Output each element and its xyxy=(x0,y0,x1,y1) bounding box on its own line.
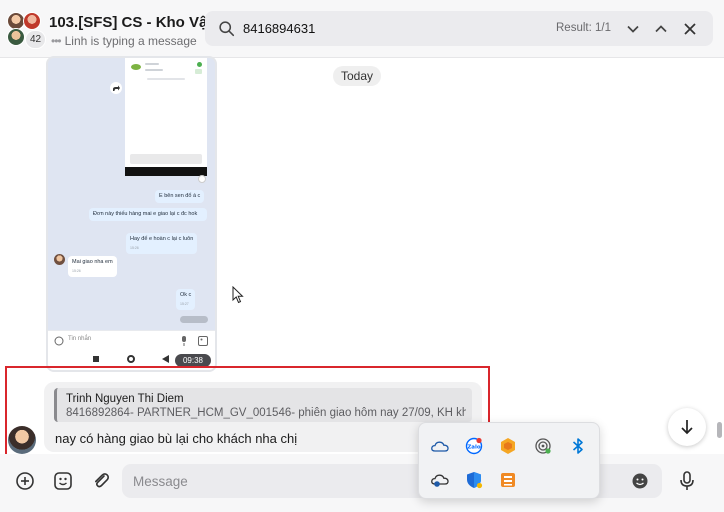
reaction-icon xyxy=(198,175,206,183)
date-separator: Today xyxy=(333,66,382,86)
message-list[interactable]: Today E bên sen đổ á c Đơn này thiếu hàn… xyxy=(0,56,724,467)
mini-bubble: E bên sen đổ á c xyxy=(155,190,205,203)
mic-icon xyxy=(182,336,186,346)
system-tray-overflow: Zalo xyxy=(418,422,600,499)
search-icon xyxy=(219,21,235,37)
paperclip-icon xyxy=(95,473,110,488)
embedded-navbar xyxy=(125,167,207,176)
add-button[interactable] xyxy=(12,468,38,494)
image-icon xyxy=(198,336,208,346)
image-message[interactable]: E bên sen đổ á c Đơn này thiếu hàng mai … xyxy=(46,56,217,372)
message-bubble[interactable]: Trinh Nguyen Thi Diem 8416892864- PARTNE… xyxy=(44,382,482,452)
mouse-cursor-icon xyxy=(232,286,244,304)
fingerprint-icon[interactable] xyxy=(530,433,556,459)
share-icon xyxy=(110,82,122,94)
sticker-icon xyxy=(54,472,72,490)
chevron-down-icon xyxy=(627,25,639,33)
voice-button[interactable] xyxy=(674,468,700,494)
mini-bubble: Mai giao nha em 15:26 xyxy=(68,256,117,277)
emoji-button[interactable] xyxy=(627,468,653,494)
chat-title[interactable]: 103.[SFS] CS - Kho Vận xyxy=(49,14,217,31)
search-result-count: Result: 1/1 xyxy=(556,22,611,34)
app-orange-icon[interactable] xyxy=(495,433,521,459)
embedded-compose-placeholder: Tin nhắn xyxy=(68,336,92,342)
plus-circle-icon xyxy=(16,472,34,490)
typing-dots-icon: ••• xyxy=(51,34,62,48)
attach-button[interactable] xyxy=(88,468,114,494)
onedrive-icon[interactable] xyxy=(427,433,453,459)
arrow-down-icon xyxy=(681,420,693,435)
emoji-icon xyxy=(632,473,648,489)
previous-result-button[interactable] xyxy=(651,19,671,39)
chat-header: 42 103.[SFS] CS - Kho Vận ••• Linh is typ… xyxy=(0,0,724,58)
bluetooth-icon[interactable] xyxy=(565,433,591,459)
embedded-composer: Tin nhắn xyxy=(48,330,215,350)
member-count-badge: 42 xyxy=(25,30,46,49)
microphone-icon xyxy=(680,471,694,490)
cloud-sync-icon[interactable] xyxy=(427,467,453,493)
quote-author: Trinh Nguyen Thi Diem xyxy=(66,393,184,405)
typing-text: Linh is typing a message xyxy=(64,34,197,48)
member-avatar xyxy=(23,12,41,30)
sender-avatar[interactable] xyxy=(8,426,36,454)
status-dot-icon xyxy=(197,62,202,67)
embedded-screenshot xyxy=(125,58,207,176)
message-composer xyxy=(0,454,724,512)
close-search-button[interactable] xyxy=(680,19,700,39)
mini-bubble: Ok c 15:27 xyxy=(176,289,196,310)
typing-indicator: ••• Linh is typing a message xyxy=(51,34,197,48)
product-icon xyxy=(131,64,141,70)
search-bar: Result: 1/1 xyxy=(205,11,713,46)
group-avatar[interactable]: 42 xyxy=(6,11,46,49)
quote-text: 8416892864- PARTNER_HCM_GV_001546- phiên… xyxy=(66,407,466,419)
windows-security-icon[interactable] xyxy=(461,467,487,493)
sticker-icon xyxy=(54,336,64,346)
message-text: nay có hàng giao bù lại cho khách nha ch… xyxy=(55,431,298,446)
mini-time-pill xyxy=(180,316,208,323)
svg-text:Zalo: Zalo xyxy=(467,445,481,451)
embedded-button xyxy=(130,154,202,164)
scroll-to-bottom-button[interactable] xyxy=(668,408,706,446)
sticker-button[interactable] xyxy=(50,468,76,494)
mini-bubble: Đơn này thiếu hàng mai e giao lại c đc h… xyxy=(89,208,207,221)
zalo-icon[interactable]: Zalo xyxy=(461,433,487,459)
mini-bubble: Hay để e hoàn c lại c luôn 15:26 xyxy=(126,233,198,254)
next-result-button[interactable] xyxy=(623,19,643,39)
image-timestamp: 09:38 xyxy=(175,354,211,367)
app-yellow-icon[interactable] xyxy=(495,467,521,493)
scrollbar-thumb[interactable] xyxy=(717,422,722,438)
quoted-message[interactable]: Trinh Nguyen Thi Diem 8416892864- PARTNE… xyxy=(54,388,472,422)
chevron-up-icon xyxy=(655,25,667,33)
mini-avatar xyxy=(54,254,65,265)
search-input[interactable] xyxy=(243,19,543,38)
close-icon xyxy=(684,23,696,35)
member-avatar xyxy=(7,28,25,46)
